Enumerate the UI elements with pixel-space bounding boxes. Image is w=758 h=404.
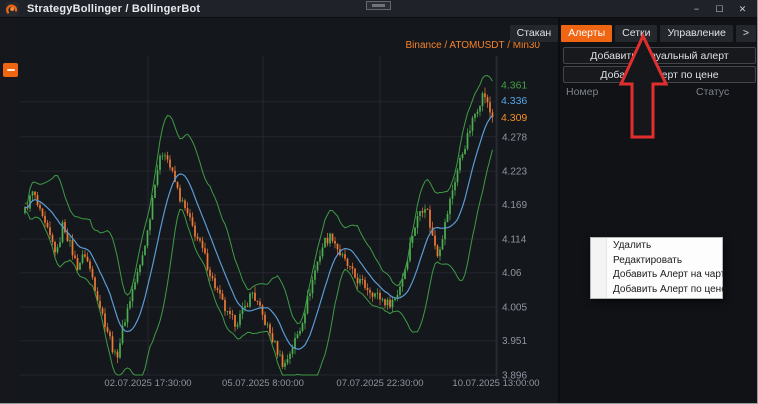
- time-tick-label: 07.07.2025 22:30:00: [336, 378, 423, 389]
- window-title: StrategyBollinger / BollingerBot: [27, 3, 200, 15]
- app-logo-icon: [5, 2, 19, 16]
- context-menu-item[interactable]: Редактировать: [591, 254, 722, 269]
- window-controls: − ☐ ✕: [685, 0, 754, 18]
- time-tick-label: 05.07.2025 8:00:00: [222, 378, 304, 389]
- context-menu-item[interactable]: Удалить: [591, 239, 722, 254]
- candlestick-chart[interactable]: 4.2784.2234.1694.1144.064.0053.9513.8964…: [18, 50, 558, 398]
- minimize-button[interactable]: −: [685, 0, 708, 18]
- price-tick-label: 3.951: [502, 336, 527, 347]
- time-tick-label: 02.07.2025 17:30:00: [104, 378, 191, 389]
- last-price-value-label: 4.309: [501, 112, 527, 124]
- panel-tab-стакан[interactable]: Стакан: [510, 25, 559, 42]
- tab-handle-dash-icon: [372, 4, 385, 7]
- context-menu: УдалитьРедактироватьДобавить Алерт на ча…: [590, 237, 723, 299]
- panel-tab-[interactable]: >: [736, 25, 756, 42]
- context-menu-item[interactable]: Добавить Алерт по цене: [591, 283, 722, 298]
- price-tick-label: 4.114: [502, 235, 527, 246]
- context-menu-item[interactable]: Добавить Алерт на чарт: [591, 268, 722, 283]
- price-tick-label: 4.278: [502, 132, 527, 143]
- collapse-panel-button[interactable]: [3, 63, 18, 77]
- menu-icon: [7, 69, 15, 71]
- maximize-button[interactable]: ☐: [708, 0, 731, 18]
- price-tick-label: 4.005: [502, 303, 527, 314]
- bollinger-upper-value-label: 4.361: [501, 80, 527, 92]
- price-tick-label: 4.223: [502, 167, 527, 178]
- bollinger-middle-value-label: 4.336: [501, 95, 527, 107]
- price-tick-label: 4.169: [502, 200, 527, 211]
- app-window: StrategyBollinger / BollingerBot − ☐ ✕ B…: [0, 0, 758, 404]
- left-rail: [0, 18, 18, 404]
- panel-tab-алерты[interactable]: Алерты: [561, 25, 612, 42]
- column-header-number: Номер: [566, 86, 598, 98]
- annotation-arrow-up-icon: [615, 30, 675, 145]
- time-tick-label: 10.07.2025 13:00:00: [452, 378, 539, 389]
- title-bar[interactable]: StrategyBollinger / BollingerBot − ☐ ✕: [0, 0, 758, 18]
- column-header-status: Статус: [696, 86, 729, 98]
- close-button[interactable]: ✕: [731, 0, 754, 18]
- chart-area[interactable]: Binance / ATOMUSDT / Min30 4.2784.2234.1…: [18, 18, 558, 404]
- tab-drag-handle[interactable]: [366, 1, 391, 10]
- price-tick-label: 4.06: [502, 268, 522, 279]
